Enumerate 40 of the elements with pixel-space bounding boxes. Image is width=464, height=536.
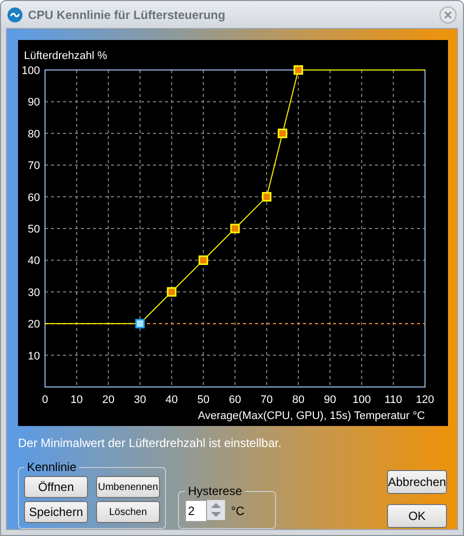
x-tick-label: 70	[260, 394, 273, 406]
x-tick-label: 120	[416, 394, 434, 406]
y-tick-label: 10	[28, 350, 40, 362]
y-tick-label: 50	[28, 224, 40, 236]
save-button[interactable]: Speichern	[24, 501, 88, 523]
x-tick-label: 100	[352, 394, 371, 406]
ok-button[interactable]: OK	[387, 504, 447, 528]
x-tick-label: 10	[70, 394, 83, 406]
y-tick-label: 30	[28, 286, 40, 299]
cancel-button[interactable]: Abbrechen	[387, 470, 447, 494]
y-tick-label: 20	[28, 318, 40, 331]
open-button[interactable]: Öffnen	[24, 476, 88, 498]
x-axis-title: Average(Max(CPU, GPU), 15s) Temperatur °C	[198, 410, 425, 422]
y-axis-title: Lüfterdrehzahl %	[24, 50, 108, 62]
x-tick-label: 50	[197, 394, 210, 406]
close-icon[interactable]	[439, 6, 457, 24]
hint-text: Der Minimalwert der Lüfterdrehzahl ist einstellbar.	[18, 436, 282, 450]
hysteresis-input[interactable]: 2	[185, 500, 207, 522]
app-icon	[7, 6, 23, 22]
x-tick-label: 110	[384, 394, 402, 406]
x-tick-label: 0	[42, 394, 48, 406]
y-tick-label: 100	[22, 65, 40, 77]
x-tick-label: 20	[102, 394, 114, 406]
rename-button[interactable]: Umbenennen	[96, 476, 160, 498]
x-tick-label: 30	[134, 394, 146, 406]
x-tick-label: 40	[166, 394, 178, 406]
y-tick-label: 90	[28, 96, 40, 109]
y-tick-label: 40	[28, 255, 40, 268]
y-tick-label: 60	[28, 192, 40, 204]
delete-button[interactable]: Löschen	[96, 501, 160, 523]
y-tick-label: 70	[28, 160, 40, 172]
curve-point[interactable]	[135, 318, 145, 328]
x-tick-label: 60	[228, 394, 242, 406]
group-title: Kennlinie	[26, 460, 78, 474]
window-title: CPU Kennlinie für Lüftersteuerung	[28, 8, 226, 22]
unit-label: °C	[231, 504, 244, 518]
y-tick-label: 80	[28, 128, 40, 140]
x-tick-label: 90	[324, 394, 336, 406]
group-title: Hysterese	[187, 484, 244, 498]
x-tick-label: 80	[292, 394, 304, 406]
